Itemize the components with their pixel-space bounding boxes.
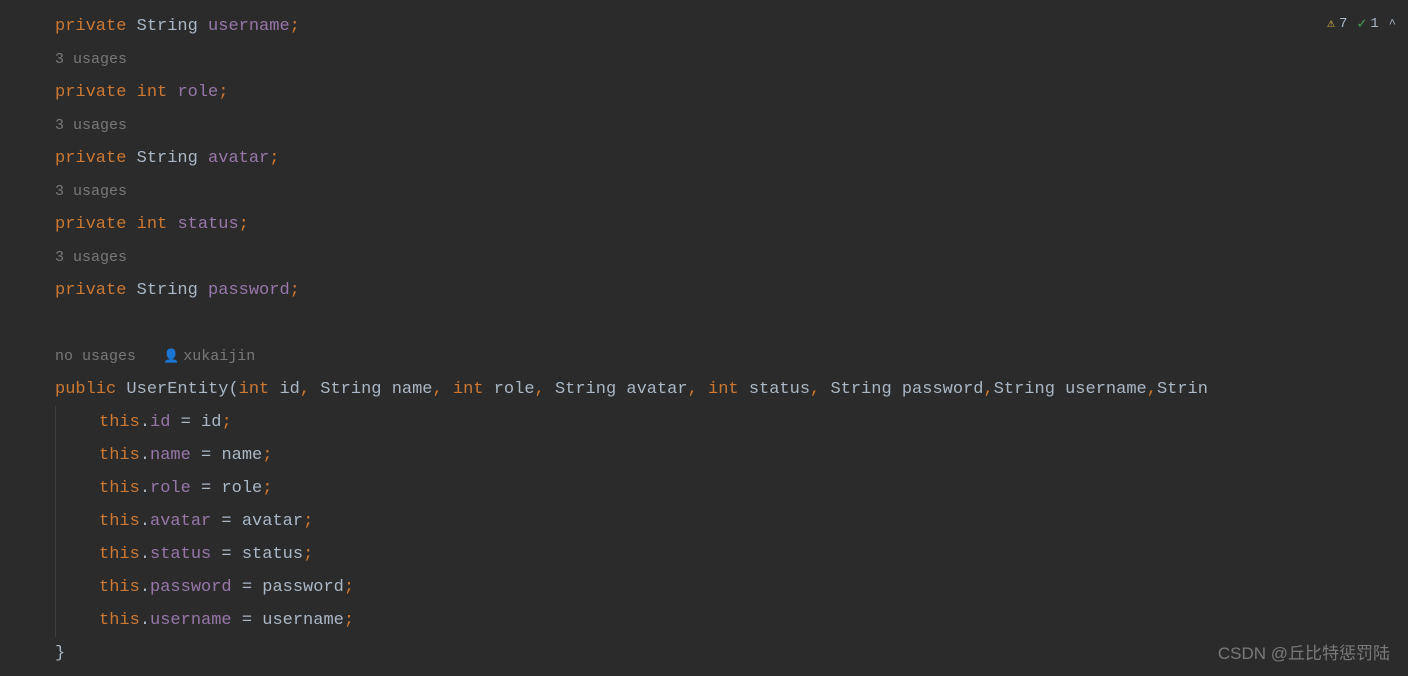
inspection-status-bar[interactable]: ⚠ 7 ✓ 1 ^ bbox=[1327, 14, 1396, 33]
watermark: CSDN @丘比特惩罚陆 bbox=[1218, 639, 1390, 664]
usage-hint[interactable]: 3 usages bbox=[55, 43, 1408, 76]
chevron-up-icon[interactable]: ^ bbox=[1389, 17, 1396, 31]
usage-hint[interactable]: no usages 👤xukaijin bbox=[55, 340, 1408, 373]
assignment-statement: this.id = id; bbox=[55, 406, 1408, 439]
code-editor[interactable]: private String username; 3 usages privat… bbox=[0, 0, 1408, 670]
closing-brace: } bbox=[55, 637, 1408, 670]
assignment-statement: this.password = password; bbox=[55, 571, 1408, 604]
constructor-signature: public UserEntity(int id, String name, i… bbox=[55, 373, 1408, 406]
field-declaration: private int role; bbox=[55, 76, 1408, 109]
usage-hint[interactable]: 3 usages bbox=[55, 175, 1408, 208]
checks-count: 1 bbox=[1370, 16, 1378, 32]
blank-line bbox=[55, 307, 1408, 340]
usage-hint[interactable]: 3 usages bbox=[55, 241, 1408, 274]
assignment-statement: this.username = username; bbox=[55, 604, 1408, 637]
assignment-statement: this.status = status; bbox=[55, 538, 1408, 571]
author-name[interactable]: xukaijin bbox=[183, 348, 255, 365]
assignment-statement: this.avatar = avatar; bbox=[55, 505, 1408, 538]
warnings-indicator[interactable]: ⚠ 7 bbox=[1327, 16, 1347, 32]
usage-hint[interactable]: 3 usages bbox=[55, 109, 1408, 142]
field-declaration: private String username; bbox=[55, 10, 1408, 43]
person-icon: 👤 bbox=[163, 340, 179, 373]
warning-icon: ⚠ bbox=[1327, 16, 1335, 31]
field-declaration: private int status; bbox=[55, 208, 1408, 241]
check-icon: ✓ bbox=[1357, 14, 1366, 33]
assignment-statement: this.role = role; bbox=[55, 472, 1408, 505]
warnings-count: 7 bbox=[1339, 16, 1347, 32]
field-declaration: private String avatar; bbox=[55, 142, 1408, 175]
assignment-statement: this.name = name; bbox=[55, 439, 1408, 472]
field-declaration: private String password; bbox=[55, 274, 1408, 307]
checks-indicator[interactable]: ✓ 1 bbox=[1357, 14, 1378, 33]
